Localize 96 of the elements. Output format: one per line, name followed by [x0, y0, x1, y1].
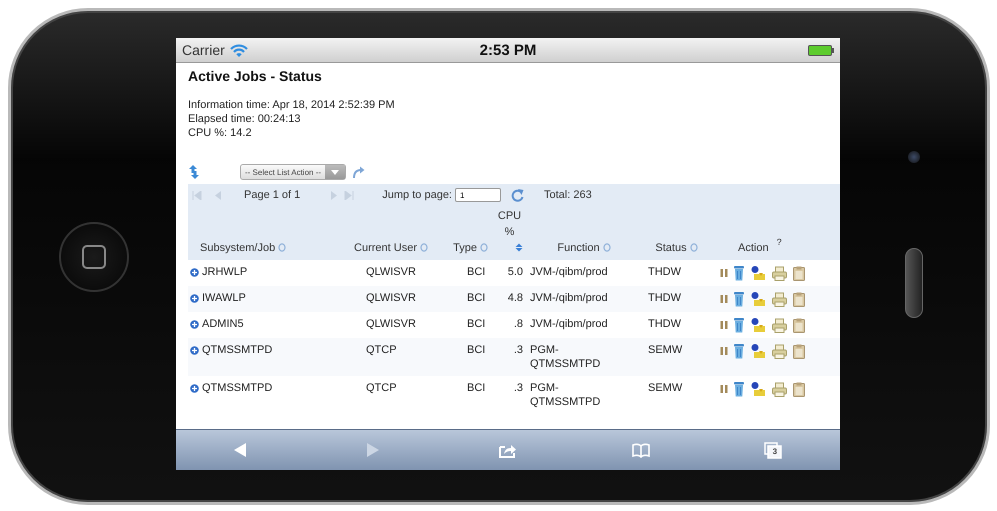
- table-cell: QTCP: [366, 382, 397, 394]
- bookmarks-icon: [630, 442, 651, 458]
- trash-icon[interactable]: [734, 343, 744, 359]
- clipboard-icon[interactable]: [793, 318, 805, 332]
- table-cell: THDW: [648, 318, 681, 330]
- table-cell-text: PGM-QTMSSMTPD: [530, 343, 602, 371]
- expand-icon[interactable]: [190, 346, 199, 355]
- sort-icon[interactable]: [420, 243, 428, 252]
- job-name[interactable]: QTMSSMTPD: [202, 381, 272, 395]
- table-cell: .8: [514, 318, 523, 330]
- info-line: Information time: Apr 18, 2014 2:52:39 PM: [188, 98, 396, 112]
- printer-icon[interactable]: [772, 292, 787, 306]
- table-cell: QLWISVR: [366, 318, 416, 330]
- help-link[interactable]: ?: [776, 237, 782, 247]
- table-cell: .3: [514, 382, 523, 394]
- table-cell: BCI: [467, 318, 486, 330]
- column-header[interactable]: Action: [738, 240, 769, 256]
- table-cell: JVM-/qibm/prod: [530, 265, 608, 279]
- clipboard-icon[interactable]: [793, 292, 805, 306]
- sort-icon[interactable]: [602, 243, 611, 252]
- table-cell: JVM-/qibm/prod: [530, 317, 608, 331]
- people-icon[interactable]: [750, 265, 766, 281]
- trash-icon[interactable]: [734, 317, 744, 333]
- printer-icon[interactable]: [772, 318, 787, 332]
- trash-icon[interactable]: [734, 265, 744, 281]
- table-cell: JVM-/qibm/prod: [530, 291, 608, 305]
- carrier-label: Carrier: [182, 42, 225, 58]
- expand-icon[interactable]: [190, 320, 199, 329]
- table-cell: BCI: [467, 344, 486, 356]
- sort-arrows-icon[interactable]: [188, 164, 200, 180]
- refresh-icon[interactable]: [511, 188, 524, 202]
- tabs-icon: [764, 442, 784, 458]
- table-cell: THDW: [648, 266, 681, 278]
- expand-icon[interactable]: [190, 384, 199, 393]
- column-header[interactable]: CPU %: [496, 208, 523, 240]
- pause-icon[interactable]: [720, 268, 728, 278]
- info-line: Elapsed time: 00:24:13: [188, 112, 302, 126]
- expand-icon[interactable]: [190, 294, 199, 303]
- page-title: Active Jobs - Status: [188, 68, 323, 84]
- printer-icon[interactable]: [772, 266, 787, 280]
- table-cell: QLWISVR: [366, 292, 416, 304]
- refresh-icon[interactable]: [352, 166, 366, 178]
- clock: 2:53 PM: [478, 42, 538, 58]
- job-name[interactable]: ADMIN5: [202, 317, 244, 331]
- table-cell: .3: [514, 344, 523, 356]
- table-cell: THDW: [648, 292, 681, 304]
- info-line: CPU %: 14.2: [188, 126, 253, 140]
- trash-icon[interactable]: [734, 381, 744, 397]
- people-icon[interactable]: [750, 317, 766, 333]
- table-cell: QTCP: [366, 344, 397, 356]
- table-cell: 5.0: [508, 266, 523, 278]
- job-name[interactable]: QTMSSMTPD: [202, 343, 272, 357]
- table-cell: BCI: [467, 266, 486, 278]
- job-name[interactable]: IWAWLP: [202, 291, 246, 305]
- pause-icon[interactable]: [720, 320, 728, 330]
- jump-label: Jump to page:: [382, 189, 452, 201]
- table-cell: SEMW: [648, 382, 682, 394]
- trash-icon[interactable]: [734, 291, 744, 307]
- tabs-button[interactable]: 3: [760, 438, 787, 462]
- jump-to-page-field[interactable]: 1: [455, 188, 501, 202]
- battery-icon: [808, 44, 834, 56]
- people-icon[interactable]: [750, 381, 766, 397]
- printer-icon[interactable]: [772, 344, 787, 358]
- sort-icon[interactable]: [690, 243, 698, 252]
- table-cell: BCI: [467, 292, 486, 304]
- wifi-icon: [230, 44, 248, 56]
- table-cell: SEMW: [648, 344, 682, 356]
- pause-icon[interactable]: [720, 384, 728, 394]
- job-name[interactable]: JRHWLP: [202, 265, 248, 279]
- total-count: Total: 263: [544, 189, 592, 201]
- table-cell: 4.8: [508, 292, 523, 304]
- people-icon[interactable]: [750, 343, 766, 359]
- dropdown-arrow-icon: [331, 170, 340, 174]
- expand-icon[interactable]: [190, 268, 199, 277]
- sort-icon[interactable]: [278, 243, 286, 252]
- printer-icon[interactable]: [772, 382, 787, 396]
- side-slot: [904, 248, 922, 318]
- column-header[interactable]: Current User: [354, 240, 417, 256]
- sort-icon[interactable]: [480, 243, 488, 252]
- column-header[interactable]: Status: [655, 240, 687, 256]
- clipboard-icon[interactable]: [793, 344, 805, 358]
- column-header[interactable]: Function: [557, 240, 600, 256]
- column-header[interactable]: Subsystem/Job: [200, 240, 276, 256]
- pause-icon[interactable]: [720, 294, 728, 304]
- sort-icon[interactable]: [515, 243, 523, 252]
- pause-icon[interactable]: [720, 346, 728, 356]
- camera-lens: [908, 151, 920, 163]
- table-cell: BCI: [467, 382, 486, 394]
- table-cell-text: PGM-QTMSSMTPD: [530, 381, 602, 409]
- clipboard-icon[interactable]: [793, 266, 805, 280]
- clipboard-icon[interactable]: [793, 382, 805, 396]
- column-header[interactable]: Type: [453, 240, 477, 256]
- list-action-dropdown[interactable]: -- Select List Action --: [240, 164, 346, 180]
- page-indicator: Page 1 of 1: [244, 189, 300, 201]
- table-cell: QLWISVR: [366, 266, 416, 278]
- people-icon[interactable]: [750, 291, 766, 307]
